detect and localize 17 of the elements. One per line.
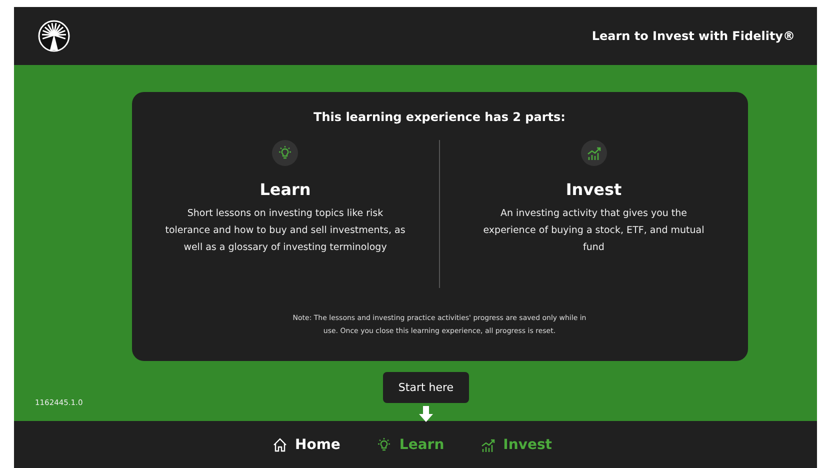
app-title: Learn to Invest with Fidelity® <box>592 29 795 43</box>
bar-chart-icon <box>586 145 602 161</box>
part-heading: Learn <box>260 180 311 199</box>
nav-tab[interactable]: Learn <box>372 436 448 452</box>
down-arrow-icon <box>419 406 433 422</box>
logo-icon <box>38 20 70 52</box>
part-description: Short lessons on investing topics like risk tolerance and how to buy and sell investments, as well as a glossary of investing terminology <box>165 207 406 255</box>
part-heading: Invest <box>566 180 622 199</box>
start-button[interactable]: Start here <box>383 372 469 403</box>
lightbulb-icon <box>277 145 294 161</box>
part-description: An investing activity that gives you the experience of buying a stock, ETF, and mutual fund <box>482 207 706 255</box>
card-title: This learning experience has 2 parts: <box>314 110 566 124</box>
lightbulb-icon <box>376 436 392 452</box>
nav-tab[interactable]: Invest <box>476 436 556 452</box>
nav-tab[interactable]: Home <box>268 436 344 452</box>
home-icon <box>272 436 288 452</box>
bar-chart-icon <box>480 436 496 452</box>
